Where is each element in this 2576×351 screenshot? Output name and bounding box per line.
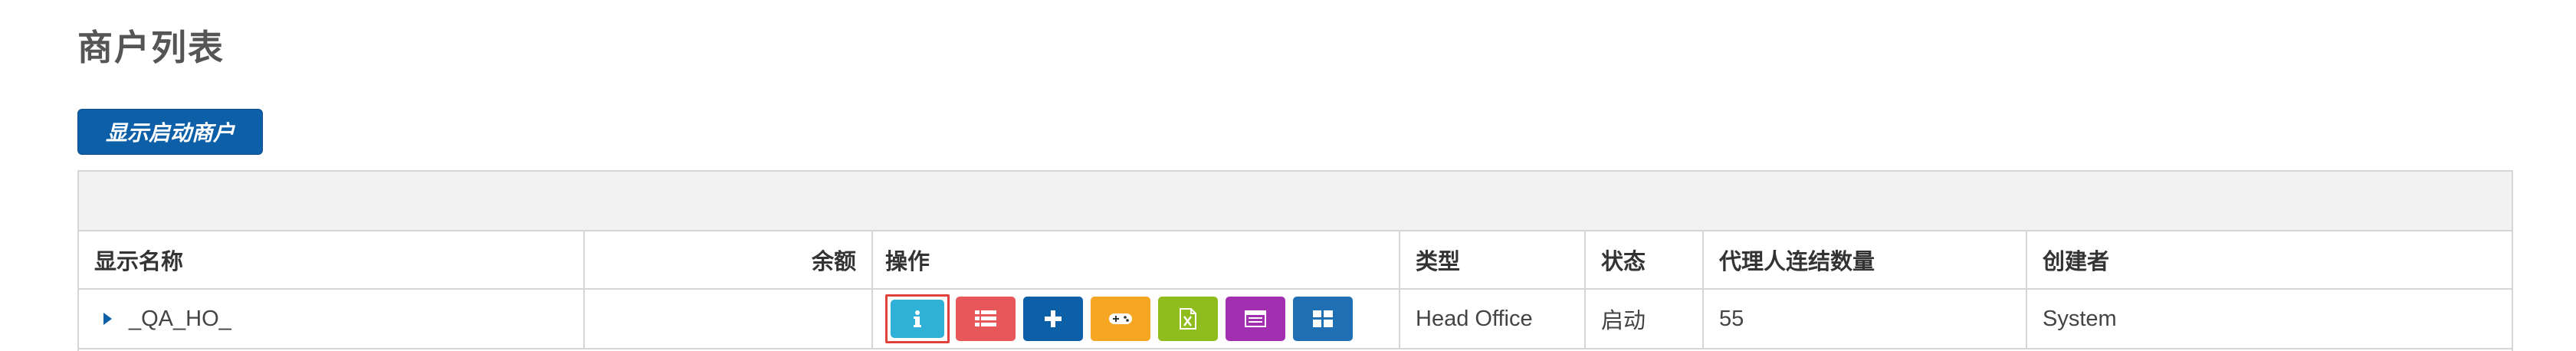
display-name-value: _QA_HO_ <box>129 306 231 331</box>
plus-icon <box>1045 310 1062 327</box>
info-button-highlight <box>885 294 950 343</box>
creator-cell: System <box>2043 306 2117 331</box>
list-button[interactable] <box>956 297 1016 341</box>
column-header-status[interactable]: 状态 <box>1586 231 1704 288</box>
grid-button[interactable] <box>1293 297 1353 341</box>
list-icon <box>975 310 996 326</box>
display-name-cell: _QA_HO_ <box>79 290 585 348</box>
column-header-type[interactable]: 类型 <box>1400 231 1586 288</box>
window-button[interactable] <box>1226 297 1285 341</box>
agent-link-count-cell: 55 <box>1704 290 2027 348</box>
game-button[interactable] <box>1091 297 1150 341</box>
merchant-table: 显示名称 余额 操作 类型 状态 代理人连结数量 创建者 _QA_HO_ Hea… <box>77 170 2513 351</box>
excel-icon <box>1180 308 1196 330</box>
export-excel-button[interactable] <box>1158 297 1218 341</box>
add-button[interactable] <box>1023 297 1083 341</box>
grid-icon <box>1313 310 1333 327</box>
window-icon <box>1245 310 1266 327</box>
gamepad-icon <box>1109 313 1132 324</box>
column-header-creator[interactable]: 创建者 <box>2027 231 2512 288</box>
column-header-agent-link-count[interactable]: 代理人连结数量 <box>1704 231 2027 288</box>
table-header-row: 显示名称 余额 操作 类型 状态 代理人连结数量 创建者 <box>79 231 2512 290</box>
table-row: _QA_HO_ Head Office 启动 55 System <box>79 290 2512 349</box>
info-icon <box>914 310 921 327</box>
column-header-display-name[interactable]: 显示名称 <box>79 231 585 288</box>
page-title: 商户列表 <box>77 28 225 67</box>
column-header-balance[interactable]: 余额 <box>585 231 873 288</box>
action-button-group <box>885 294 1353 343</box>
actions-cell <box>873 290 1400 348</box>
info-button[interactable] <box>891 300 944 338</box>
expand-caret-icon[interactable] <box>103 313 112 325</box>
show-active-merchants-button[interactable]: 显示启动商户 <box>77 109 263 155</box>
type-cell: Head Office <box>1400 290 1586 348</box>
status-cell: 启动 <box>1586 290 1704 348</box>
table-toolbar <box>79 172 2512 231</box>
balance-cell <box>585 290 873 348</box>
column-header-actions: 操作 <box>873 231 1400 288</box>
